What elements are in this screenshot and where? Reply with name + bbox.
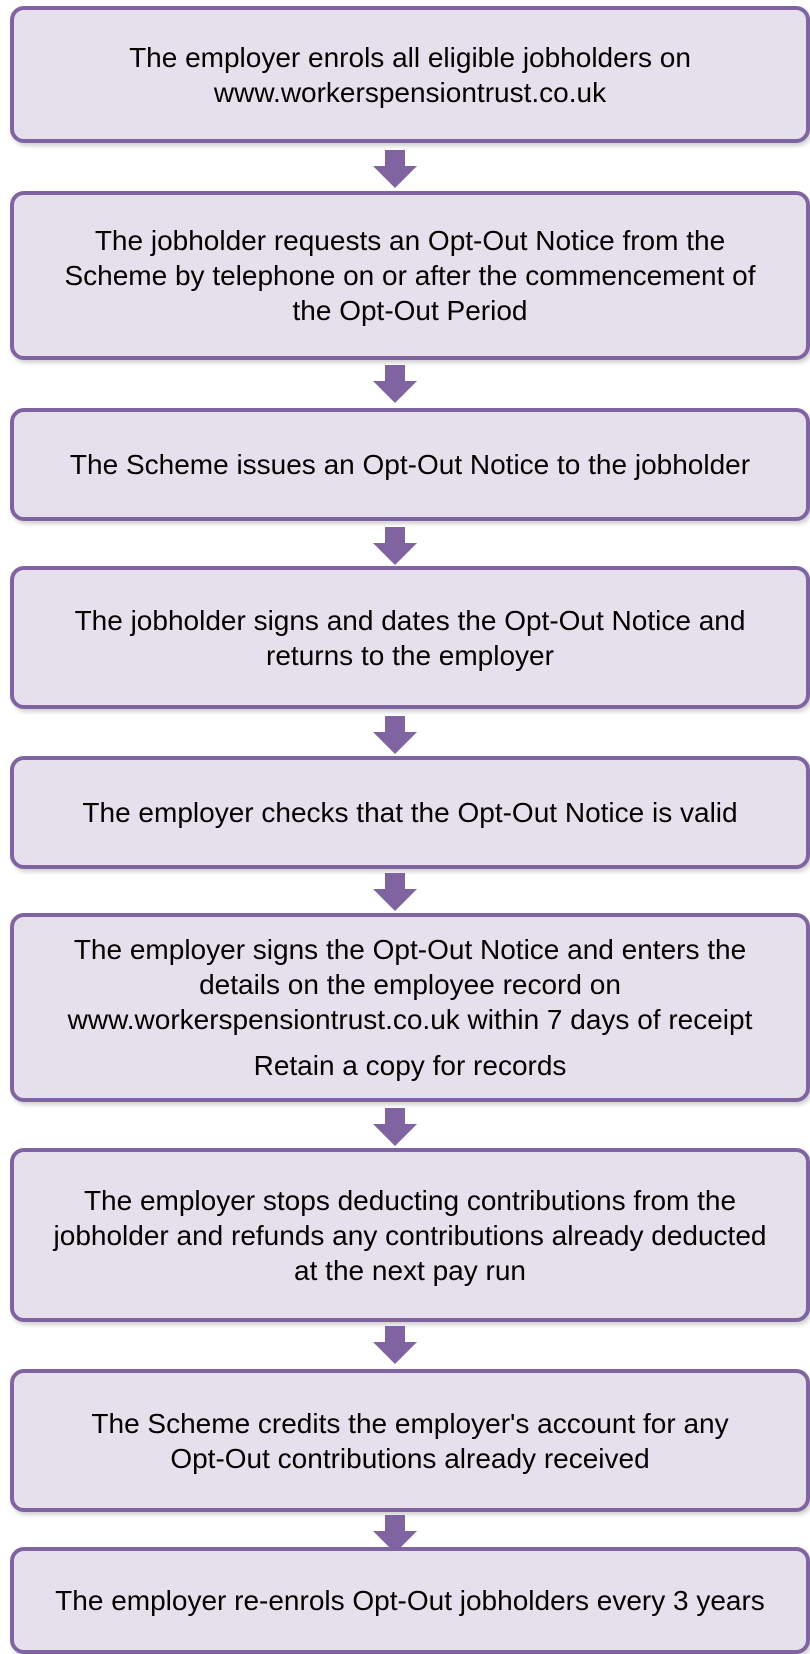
step-7-line-2: jobholder and refunds any contributions … bbox=[53, 1219, 767, 1251]
flow-step-5: The employer checks that the Opt-Out Not… bbox=[10, 756, 810, 869]
flow-step-9: The employer re-enrols Opt-Out jobholder… bbox=[10, 1547, 810, 1654]
step-4-line-2: returns to the employer bbox=[266, 639, 554, 671]
step-8-line-1: The Scheme credits the employer's accoun… bbox=[91, 1407, 729, 1439]
down-arrow-icon bbox=[373, 873, 417, 911]
flow-step-3: The Scheme issues an Opt-Out Notice to t… bbox=[10, 408, 810, 521]
step-6-line-3: www.workerspensiontrust.co.uk within 7 d… bbox=[67, 1004, 753, 1035]
step-2-line-2: Scheme by telephone on or after the comm… bbox=[64, 260, 756, 291]
step-2-line-1: The jobholder requests an Opt-Out Notice… bbox=[94, 225, 726, 256]
step-7-line-1: The employer stops deducting contributio… bbox=[83, 1184, 737, 1216]
down-arrow-icon bbox=[373, 1108, 417, 1146]
step-5-line-1: The employer checks that the Opt-Out Not… bbox=[82, 797, 738, 828]
step-1-line-1: The employer enrols all eligible jobhold… bbox=[129, 41, 691, 73]
step-6-line-1: The employer signs the Opt-Out Notice an… bbox=[73, 934, 747, 965]
step-6-note: Retain a copy for records bbox=[253, 1050, 567, 1081]
flow-step-8: The Scheme credits the employer's accoun… bbox=[10, 1369, 810, 1512]
flow-step-6: The employer signs the Opt-Out Notice an… bbox=[10, 913, 810, 1102]
down-arrow-icon bbox=[373, 365, 417, 403]
step-8-line-2: Opt-Out contributions already received bbox=[170, 1442, 650, 1474]
step-2-line-3: the Opt-Out Period bbox=[292, 295, 528, 326]
flow-step-4: The jobholder signs and dates the Opt-Ou… bbox=[10, 566, 810, 709]
step-3-line-1: The Scheme issues an Opt-Out Notice to t… bbox=[69, 449, 751, 480]
flow-step-7: The employer stops deducting contributio… bbox=[10, 1148, 810, 1322]
down-arrow-icon bbox=[373, 150, 417, 188]
step-7-line-3: at the next pay run bbox=[294, 1254, 526, 1286]
flow-step-2: The jobholder requests an Opt-Out Notice… bbox=[10, 191, 810, 360]
down-arrow-icon bbox=[373, 527, 417, 565]
step-6-line-2: details on the employee record on bbox=[199, 969, 621, 1000]
down-arrow-icon bbox=[373, 716, 417, 754]
down-arrow-icon bbox=[373, 1326, 417, 1364]
step-9-line-1: The employer re-enrols Opt-Out jobholder… bbox=[55, 1585, 765, 1616]
flow-step-1: The employer enrols all eligible jobhold… bbox=[10, 6, 810, 143]
step-1-line-2: www.workerspensiontrust.co.uk bbox=[213, 76, 607, 108]
step-4-line-1: The jobholder signs and dates the Opt-Ou… bbox=[74, 604, 746, 636]
